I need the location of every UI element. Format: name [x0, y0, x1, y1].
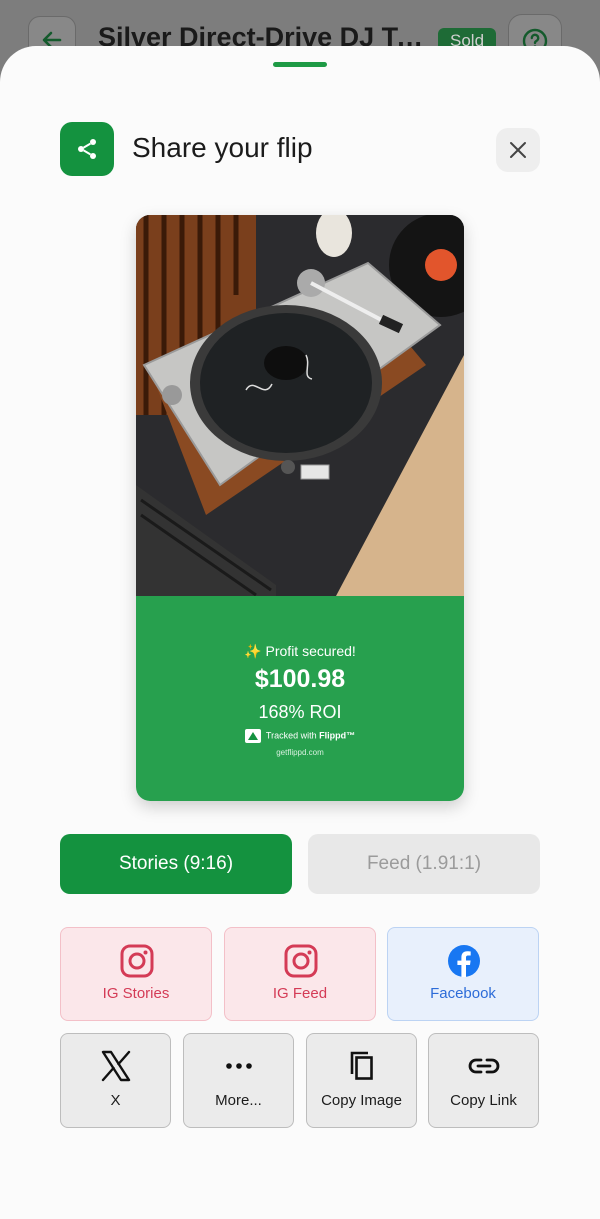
ig-stories-button[interactable]: IG Stories: [60, 927, 212, 1021]
ig-feed-button[interactable]: IG Feed: [224, 927, 376, 1021]
copy-image-button[interactable]: Copy Image: [306, 1033, 417, 1128]
tracked-with-line: Tracked with Flippd™: [136, 729, 464, 743]
x-share-button[interactable]: X: [60, 1033, 171, 1128]
more-dots-icon: [226, 1063, 252, 1069]
copy-icon: [350, 1051, 373, 1080]
x-label: X: [110, 1092, 121, 1109]
flippd-logo-icon: [244, 729, 261, 743]
close-button[interactable]: [496, 128, 540, 172]
format-feed-button[interactable]: Feed (1.91:1): [308, 834, 540, 894]
copy-image-label: Copy Image: [321, 1092, 402, 1109]
instagram-icon: [120, 944, 154, 978]
tracked-prefix: Tracked with: [265, 730, 320, 741]
share-sheet: Share your flip ✨ Profit secured! $100.9…: [0, 46, 600, 1219]
format-stories-button[interactable]: Stories (9:16): [60, 834, 292, 894]
more-label: More...: [215, 1092, 262, 1109]
sheet-drag-handle[interactable]: [273, 62, 327, 67]
x-logo-icon: [101, 1050, 131, 1082]
copy-link-label: Copy Link: [450, 1092, 517, 1109]
ig-feed-label: IG Feed: [272, 985, 328, 1002]
profit-secured-text: ✨ Profit secured!: [244, 643, 356, 659]
turntable-photo: [136, 215, 464, 596]
profit-roi: 168% ROI: [258, 702, 342, 722]
facebook-icon: [448, 945, 480, 977]
copy-link-button[interactable]: Copy Link: [428, 1033, 539, 1128]
profit-panel: ✨ Profit secured! $100.98 168% ROI Track…: [136, 596, 464, 801]
ig-stories-label: IG Stories: [102, 985, 170, 1002]
link-icon: [468, 1058, 500, 1074]
share-icon: [78, 139, 96, 159]
site-url: getflippd.com: [276, 748, 324, 757]
more-button[interactable]: More...: [183, 1033, 294, 1128]
share-badge: [60, 122, 114, 176]
facebook-button[interactable]: Facebook: [387, 927, 539, 1021]
sheet-title: Share your flip: [132, 132, 313, 163]
instagram-icon: [284, 944, 318, 978]
tracked-brand: Flippd™: [319, 730, 356, 741]
share-preview-card: ✨ Profit secured! $100.98 168% ROI Track…: [136, 215, 464, 801]
close-icon: [510, 142, 526, 158]
facebook-label: Facebook: [430, 985, 496, 1002]
profit-amount: $100.98: [254, 665, 346, 693]
